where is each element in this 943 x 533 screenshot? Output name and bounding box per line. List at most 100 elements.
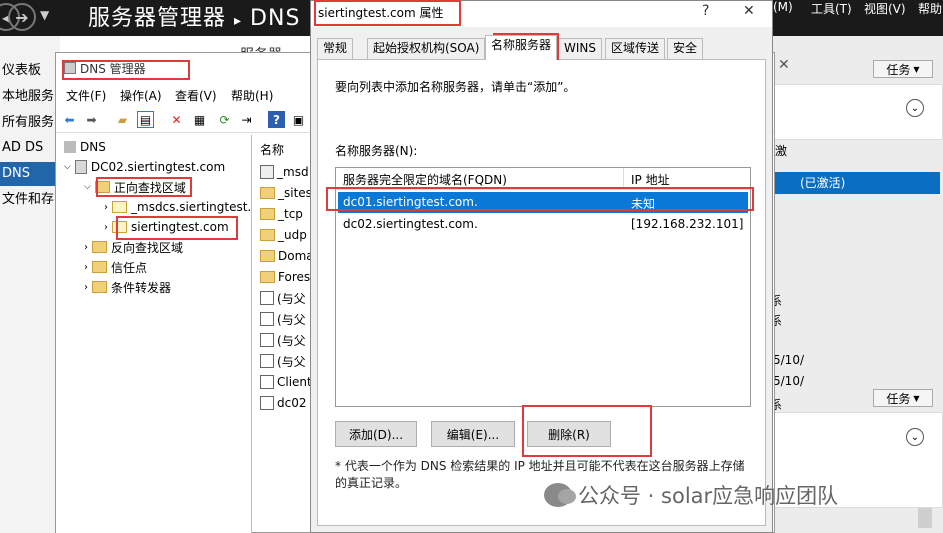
tree-forward-zones-label: 正向查找区域: [113, 180, 186, 195]
list-item[interactable]: (与父: [260, 288, 306, 308]
sidebar-item-dns[interactable]: DNS: [0, 162, 60, 186]
sidebar-item-local-server[interactable]: 本地服务: [0, 85, 60, 109]
menu-manage[interactable]: (M): [773, 0, 793, 16]
list-header[interactable]: 名称: [260, 139, 284, 159]
list-item[interactable]: _udp: [260, 225, 307, 245]
server-manager-title: 服务器管理器 ▸ DNS: [88, 0, 300, 32]
help-button[interactable]: ?: [702, 3, 709, 19]
tree-reverse-zones-label: 反向查找区域: [111, 240, 184, 255]
breadcrumb-dns: DNS: [250, 6, 301, 31]
forward-icon[interactable]: ➔: [8, 3, 36, 31]
sidebar-item-dashboard[interactable]: 仪表板: [0, 59, 60, 83]
tab-general[interactable]: 常规: [317, 38, 354, 59]
chevron-right-icon[interactable]: ›: [104, 202, 108, 213]
list-item[interactable]: (与父: [260, 330, 306, 350]
list-item[interactable]: Client: [260, 372, 312, 392]
tree-server[interactable]: ⌵ DC02.siertingtest.com: [64, 157, 225, 177]
menu-help[interactable]: 帮助(H): [231, 87, 273, 104]
list-item[interactable]: Doma: [260, 246, 314, 266]
chevron-down-icon[interactable]: ⌵: [84, 182, 91, 192]
tree-root-label: DNS: [80, 140, 106, 154]
list-item-label: Client: [277, 375, 312, 389]
list-item[interactable]: (与父: [260, 351, 306, 371]
dns-manager-title: DNS 管理器: [80, 61, 146, 76]
chevron-right-icon[interactable]: ›: [84, 242, 88, 253]
column-header-ip[interactable]: IP 地址: [631, 171, 670, 188]
name-server-row[interactable]: dc01.siertingtest.com. 未知: [338, 192, 748, 213]
column-header-fqdn[interactable]: 服务器完全限定的域名(FQDN): [343, 171, 507, 188]
list-item[interactable]: Fores: [260, 267, 310, 287]
chevron-right-icon[interactable]: ›: [84, 262, 88, 273]
tab-soa[interactable]: 起始授权机构(SOA): [367, 38, 486, 59]
expand-circle-icon[interactable]: ⌄: [906, 428, 924, 446]
row-ip: 未知: [631, 197, 656, 211]
breadcrumb-separator: ▸: [234, 13, 243, 29]
list-item-label: (与父: [277, 333, 306, 348]
chevron-down-icon[interactable]: ▼: [40, 8, 49, 22]
row-ip: [192.168.232.101]: [631, 217, 744, 231]
tree-trust-points[interactable]: › 信任点: [84, 257, 147, 277]
list-item[interactable]: (与父: [260, 309, 306, 329]
record-icon: [260, 396, 274, 410]
up-folder-icon[interactable]: ▰: [114, 111, 131, 128]
menu-tools[interactable]: 工具(T): [811, 0, 852, 16]
sidebar-item-ad-ds[interactable]: AD DS: [0, 136, 60, 160]
dns-node-icon: [64, 141, 76, 153]
folder-icon: [260, 271, 275, 283]
tasks-label: 任务: [886, 391, 911, 406]
export-list-icon[interactable]: ⇥: [238, 111, 255, 128]
record-icon: [260, 291, 274, 305]
chevron-right-icon[interactable]: ›: [84, 282, 88, 293]
sidebar-item-all-servers[interactable]: 所有服务: [0, 111, 60, 135]
folder-icon: [260, 229, 275, 241]
folder-icon: [94, 181, 110, 193]
scrollbar-thumb[interactable]: [918, 508, 932, 528]
edit-button[interactable]: 编辑(E)...: [431, 421, 515, 447]
tree-forward-zones[interactable]: ⌵ 正向查找区域: [84, 177, 186, 197]
zone-icon: [112, 221, 127, 233]
back-arrow-icon[interactable]: ⬅: [61, 111, 78, 128]
expand-circle-icon[interactable]: ⌄: [906, 99, 924, 117]
list-item[interactable]: _msd: [260, 162, 309, 182]
tab-wins[interactable]: WINS: [558, 38, 602, 59]
list-item[interactable]: _tcp: [260, 204, 303, 224]
help-icon[interactable]: ?: [268, 111, 285, 128]
forward-arrow-icon[interactable]: ➡: [83, 111, 100, 128]
name-server-row[interactable]: dc02.siertingtest.com. [192.168.232.101]: [338, 214, 748, 235]
list-item[interactable]: dc02: [260, 393, 306, 413]
server-row-selected[interactable]: (已激活): [770, 172, 940, 194]
delete-icon[interactable]: ✕: [168, 111, 185, 128]
tree-forwarders[interactable]: › 条件转发器: [84, 277, 171, 297]
close-button[interactable]: ✕: [743, 3, 755, 19]
tree-msdcs-zone[interactable]: › _msdcs.siertingtest.: [104, 197, 251, 217]
tree-reverse-zones[interactable]: › 反向查找区域: [84, 237, 183, 257]
snap-in-icon[interactable]: ▣: [290, 111, 307, 128]
menu-help[interactable]: 帮助: [918, 0, 942, 16]
list-item[interactable]: _sites: [260, 183, 312, 203]
chevron-down-icon[interactable]: ⌵: [64, 162, 71, 172]
column-divider[interactable]: [623, 168, 624, 190]
tab-name-servers[interactable]: 名称服务器: [485, 35, 558, 60]
close-icon[interactable]: ✕: [778, 57, 790, 73]
refresh-icon[interactable]: ⟳: [216, 111, 233, 128]
show-hide-tree-icon[interactable]: ▤: [137, 111, 154, 128]
tree-root[interactable]: DNS: [64, 137, 106, 157]
tree-zone-siertingtest[interactable]: › siertingtest.com: [104, 217, 229, 237]
row-fqdn: dc02.siertingtest.com.: [343, 217, 478, 231]
menu-view[interactable]: 视图(V): [864, 0, 906, 16]
menu-file[interactable]: 文件(F): [66, 87, 106, 104]
dns-tree-pane: DNS ⌵ DC02.siertingtest.com ⌵ 正向查找区域 › _…: [56, 135, 252, 533]
tree-server-label: DC02.siertingtest.com: [90, 160, 226, 174]
tasks-button-bottom[interactable]: 任务 ▼: [873, 389, 933, 407]
chevron-right-icon[interactable]: ›: [104, 222, 108, 233]
tab-security[interactable]: 安全: [667, 38, 704, 59]
sidebar-item-file-storage[interactable]: 文件和存: [0, 188, 60, 212]
tasks-button-top[interactable]: 任务 ▼: [873, 60, 933, 78]
remove-button[interactable]: 删除(R): [527, 421, 611, 447]
menu-action[interactable]: 操作(A): [120, 87, 162, 104]
dns-app-icon: [64, 62, 76, 74]
add-button[interactable]: 添加(D)...: [335, 421, 417, 447]
menu-view[interactable]: 查看(V): [175, 87, 217, 104]
tab-zone-transfers[interactable]: 区域传送: [605, 38, 666, 59]
properties-icon[interactable]: ▦: [191, 111, 208, 128]
